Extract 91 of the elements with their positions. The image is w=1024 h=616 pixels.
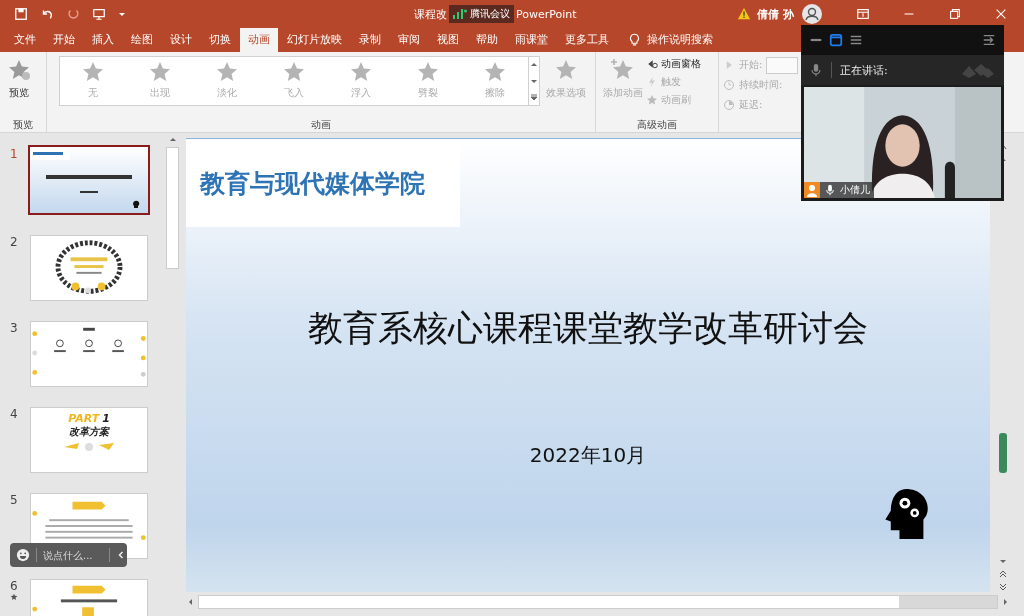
emoji-icon[interactable]	[16, 548, 30, 562]
warning-icon[interactable]	[737, 7, 752, 21]
window-icon[interactable]	[829, 33, 843, 47]
ribbon-tab[interactable]: 文件	[6, 28, 44, 52]
star-icon	[282, 60, 307, 84]
head-gears-icon	[884, 489, 928, 539]
star-icon	[7, 58, 31, 82]
star-icon	[553, 58, 578, 82]
delay-label: 延迟:	[739, 98, 763, 112]
ribbon-tab[interactable]: 插入	[84, 28, 122, 52]
scroll-thumb[interactable]	[199, 596, 899, 608]
more-icon[interactable]	[529, 93, 540, 101]
star-icon	[348, 60, 373, 84]
slide-title: 教育系核心课程课堂教学改革研讨会	[308, 307, 868, 350]
microphone-icon[interactable]	[809, 63, 823, 77]
ribbon-tab[interactable]: 幻灯片放映	[279, 28, 350, 52]
avatar-icon[interactable]	[802, 4, 822, 24]
ribbon-tab[interactable]: 动画	[240, 28, 278, 52]
microphone-icon	[824, 184, 836, 196]
window-title: PowerPoint	[516, 7, 577, 21]
scroll-down-icon[interactable]	[529, 77, 540, 85]
list-icon[interactable]	[849, 33, 863, 47]
star-icon	[482, 60, 507, 84]
participant-name: 小倩儿	[840, 183, 870, 197]
meeting-badge[interactable]: 腾讯会议	[449, 5, 514, 23]
slide-number: 3	[10, 321, 18, 335]
preview-button[interactable]: 预览	[4, 56, 34, 102]
part-label: PART	[68, 412, 100, 425]
scroll-thumb[interactable]	[999, 433, 1007, 473]
ribbon-tab[interactable]: 审阅	[390, 28, 428, 52]
slide-thumbnail[interactable]: PART 1 改革方案	[30, 407, 148, 473]
redo-icon[interactable]	[66, 7, 80, 21]
animation-pane-icon	[646, 58, 658, 70]
collapse-chevron-icon[interactable]	[116, 550, 126, 560]
lightbulb-icon[interactable]	[628, 33, 641, 47]
duration-label: 持续时间:	[739, 78, 783, 92]
meeting-label: 腾讯会议	[470, 7, 510, 21]
star-icon	[646, 94, 658, 106]
ribbon-display-icon[interactable]	[856, 7, 870, 21]
chat-field[interactable]: 说点什么...	[43, 549, 103, 561]
slide-thumbnail[interactable]	[28, 145, 150, 215]
save-icon[interactable]	[14, 7, 28, 21]
start-label: 开始:	[739, 58, 763, 72]
user-name[interactable]: 倩倩 孙	[757, 6, 794, 22]
animation-pane-button[interactable]: 动画窗格	[646, 56, 701, 72]
ribbon-tab[interactable]: 开始	[45, 28, 83, 52]
previous-slide-icon[interactable]	[998, 569, 1008, 579]
thumbnail-title: 改革方案	[69, 425, 109, 439]
ribbon-tab[interactable]: 雨课堂	[507, 28, 556, 52]
star-icon	[415, 60, 440, 84]
slide-number: 1	[10, 147, 18, 161]
group-label: 高级动画	[636, 118, 678, 132]
star-icon	[81, 60, 106, 84]
ribbon-tab[interactable]: 录制	[351, 28, 389, 52]
star-icon	[148, 60, 173, 84]
animation-star-icon	[10, 593, 18, 601]
close-icon[interactable]	[994, 7, 1008, 21]
star-icon	[215, 60, 240, 84]
slide-number: 2	[10, 235, 18, 249]
slide-number: 6	[10, 579, 18, 593]
ribbon-tab[interactable]: 视图	[429, 28, 467, 52]
restore-icon[interactable]	[948, 7, 962, 21]
clock-icon	[723, 99, 735, 111]
start-dropdown[interactable]	[766, 56, 799, 74]
ribbon-tab[interactable]: 帮助	[468, 28, 506, 52]
speaking-label: 正在讲话:	[840, 62, 888, 78]
presentation-icon[interactable]	[92, 7, 106, 21]
chat-toast[interactable]: 说点什么...	[10, 543, 127, 567]
clock-icon	[723, 79, 735, 91]
next-slide-icon[interactable]	[998, 582, 1008, 592]
collapse-panel-icon[interactable]	[982, 33, 996, 47]
slide-header: 教育与现代媒体学院	[200, 167, 425, 200]
group-label: 动画	[310, 118, 332, 132]
group-label: 预览	[12, 118, 34, 132]
slide-number: 5	[10, 493, 18, 507]
slide-date: 2022年10月	[529, 442, 647, 469]
tell-me-search[interactable]: 操作说明搜索	[647, 33, 713, 47]
slide-number: 4	[10, 407, 18, 421]
add-star-icon	[611, 58, 635, 82]
host-icon	[804, 182, 820, 198]
ribbon-tab[interactable]: 绘图	[123, 28, 161, 52]
scroll-up-icon[interactable]	[529, 61, 540, 69]
ribbon-tab[interactable]: 切换	[201, 28, 239, 52]
window-title: 课程改	[414, 6, 447, 22]
ribbon-tab[interactable]: 设计	[162, 28, 200, 52]
customize-icon[interactable]	[118, 10, 126, 18]
signal-icon	[453, 9, 467, 19]
scroll-thumb[interactable]	[166, 147, 179, 269]
app-logo-icon	[960, 62, 996, 78]
ribbon-tab[interactable]: 更多工具	[557, 28, 617, 52]
part-number: 1	[102, 412, 110, 425]
